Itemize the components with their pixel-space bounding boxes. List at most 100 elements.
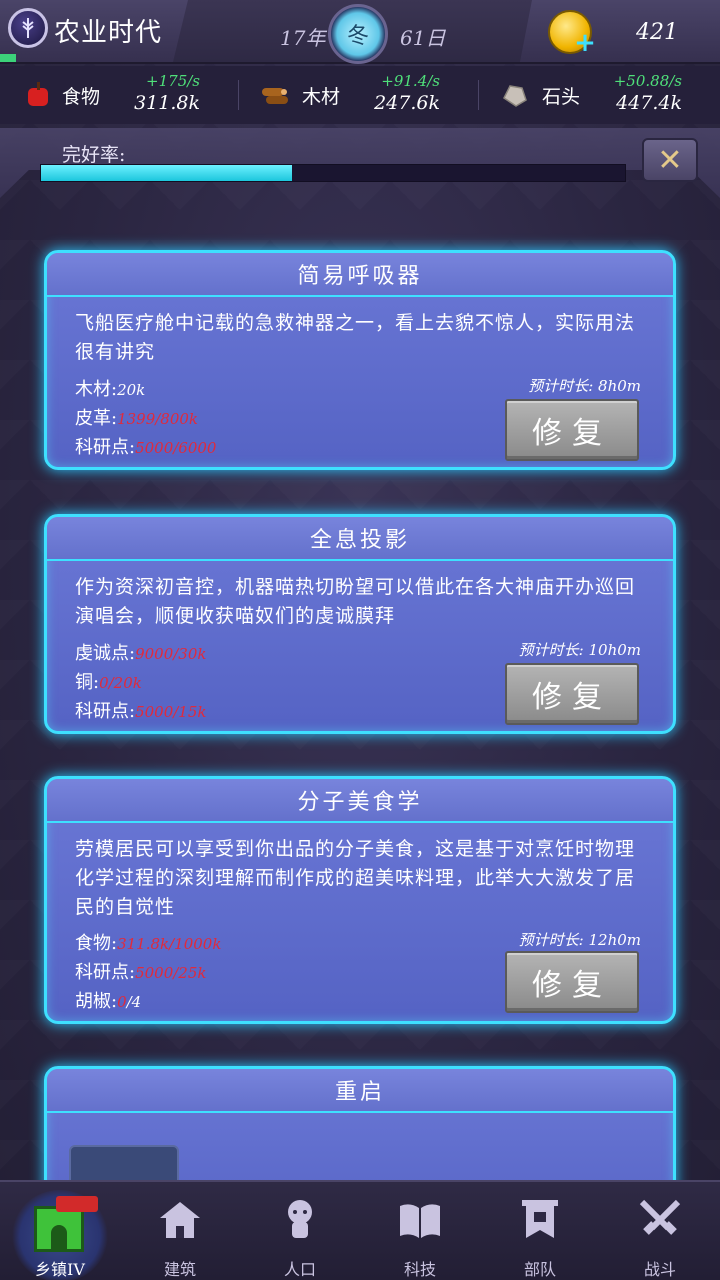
resource-rate: +91.4/s: [381, 72, 440, 90]
req-value: 5000/15k: [135, 703, 207, 721]
season-badge[interactable]: 冬: [328, 4, 388, 64]
requirement: 胡椒:0/4: [75, 987, 221, 1016]
resource-name: 木材: [302, 86, 341, 108]
integrity-fill: [41, 165, 293, 181]
requirement: 木材:20k: [75, 375, 216, 404]
req-label: 铜:: [75, 672, 100, 693]
duration-label: 预计时长: 8h0m: [528, 377, 641, 395]
resource-amount: 447.4k: [616, 92, 682, 114]
repair-card: 全息投影 作为资深初音控，机器喵热切盼望可以借此在各大神庙开办巡回演唱会，顺便收…: [44, 514, 676, 734]
card-title: 全息投影: [47, 517, 673, 561]
req-value: 0: [117, 993, 127, 1011]
close-icon: ✕: [657, 142, 683, 178]
req-value: 0/20k: [99, 674, 142, 692]
duration-label: 预计时长: 10h0m: [518, 641, 641, 659]
year-label: 17年: [280, 26, 326, 50]
req-value: 5000/25k: [135, 964, 207, 982]
req-label: 科研点:: [75, 962, 136, 983]
swords-icon: [638, 1198, 682, 1242]
integrity-bar: [40, 164, 626, 182]
resource-name: 食物: [62, 86, 101, 108]
requirement: 科研点:5000/25k: [75, 958, 221, 987]
nav-label: 科技: [403, 1260, 436, 1279]
wheat-icon[interactable]: [8, 8, 48, 48]
top-bar: 农业时代 17年 冬 61日 + 421: [0, 0, 720, 64]
nav-item-tech[interactable]: 科技: [360, 1182, 480, 1280]
req-label: 食物:: [75, 933, 118, 954]
req-value: 5000/6000: [135, 439, 217, 457]
requirements: 木材:20k 皮革:1399/800k 科研点:5000/6000: [75, 375, 216, 462]
repair-button[interactable]: 修复: [505, 399, 639, 461]
requirements: 食物:311.8k/1000k 科研点:5000/25k 胡椒:0/4: [75, 929, 221, 1016]
req-label: 科研点:: [75, 437, 136, 458]
req-value: 1399/800k: [117, 410, 199, 428]
resource-wood[interactable]: 木材 +91.4/s 247.6k: [240, 66, 480, 124]
repair-button[interactable]: 修复: [505, 951, 639, 1013]
repair-card: 简易呼吸器 飞船医疗舱中记载的急救神器之一，看上去貌不惊人，实际用法很有讲究 木…: [44, 250, 676, 470]
resource-bar: 食物 +175/s 311.8k 木材 +91.4/s 247.6k 石头 +5…: [0, 66, 720, 124]
req-value: 9000/30k: [135, 645, 207, 663]
repair-card: 分子美食学 劳模居民可以享受到你出品的分子美食，这是基于对烹饪时物理化学过程的深…: [44, 776, 676, 1024]
card-description: 作为资深初音控，机器喵热切盼望可以借此在各大神庙开办巡回演唱会，顺便收获喵奴们的…: [75, 576, 636, 627]
req-label: 胡椒:: [75, 991, 118, 1012]
apple-icon: [28, 82, 48, 106]
integrity-panel: 完好率:: [0, 128, 720, 198]
nav-item-army[interactable]: 部队: [480, 1182, 600, 1280]
req-label: 科研点:: [75, 701, 136, 722]
req-label: 虔诚点:: [75, 643, 136, 664]
requirements: 虔诚点:9000/30k 铜:0/20k 科研点:5000/15k: [75, 639, 206, 726]
card-title: 重启: [47, 1069, 673, 1113]
req-label: 皮革:: [75, 408, 118, 429]
banner-icon: [518, 1198, 562, 1242]
resource-stone[interactable]: 石头 +50.88/s 447.4k: [480, 66, 720, 124]
castle-icon: [34, 1206, 84, 1252]
req-label: 木材:: [75, 379, 118, 400]
resource-rate: +175/s: [146, 72, 200, 90]
flag-icon: [56, 1196, 98, 1212]
requirement: 科研点:5000/6000: [75, 433, 216, 462]
nav-label: 人口: [283, 1260, 316, 1279]
add-coins-icon[interactable]: +: [574, 30, 596, 56]
card-title: 简易呼吸器: [47, 253, 673, 297]
requirement: 铜:0/20k: [75, 668, 206, 697]
resource-rate: +50.88/s: [613, 72, 682, 90]
requirement: 虔诚点:9000/30k: [75, 639, 206, 668]
bottom-nav: 乡镇IV 建筑 人口 科技 部队 战斗: [0, 1180, 720, 1280]
day-label: 61日: [400, 26, 446, 50]
person-icon: [278, 1198, 322, 1242]
card-description: 劳模居民可以享受到你出品的分子美食，这是基于对烹饪时物理化学过程的深刻理解而制作…: [75, 838, 636, 918]
nav-label: 战斗: [643, 1260, 676, 1279]
house-icon: [158, 1198, 202, 1242]
card-title: 分子美食学: [47, 779, 673, 823]
stone-icon: [503, 85, 527, 107]
duration-label: 预计时长: 12h0m: [518, 931, 641, 949]
resource-name: 石头: [542, 86, 581, 108]
req-value: 311.8k/1000k: [117, 935, 222, 953]
close-button[interactable]: ✕: [642, 138, 698, 182]
resource-food[interactable]: 食物 +175/s 311.8k: [0, 66, 240, 124]
integrity-label: 完好率:: [62, 144, 126, 166]
book-icon: [398, 1198, 442, 1242]
nav-label: 乡镇IV: [35, 1260, 85, 1279]
divider: [238, 80, 239, 110]
era-progress: [0, 54, 16, 62]
era-title: 农业时代: [54, 18, 163, 48]
requirement: 科研点:5000/15k: [75, 697, 206, 726]
nav-label: 部队: [523, 1260, 556, 1279]
resource-amount: 311.8k: [134, 92, 200, 114]
requirement: 食物:311.8k/1000k: [75, 929, 221, 958]
log-icon: [262, 88, 288, 104]
nav-item-battle[interactable]: 战斗: [600, 1182, 720, 1280]
card-description: 飞船医疗舱中记载的急救神器之一，看上去貌不惊人，实际用法很有讲究: [75, 312, 636, 363]
nav-item-buildings[interactable]: 建筑: [120, 1182, 240, 1280]
coin-count: 421: [636, 20, 678, 45]
nav-item-population[interactable]: 人口: [240, 1182, 360, 1280]
resource-amount: 247.6k: [374, 92, 440, 114]
requirement: 皮革:1399/800k: [75, 404, 216, 433]
nav-label: 建筑: [163, 1260, 196, 1279]
req-value-total: /4: [126, 993, 142, 1011]
req-value: 20k: [117, 381, 146, 399]
repair-button[interactable]: 修复: [505, 663, 639, 725]
nav-item-town[interactable]: 乡镇IV: [0, 1182, 120, 1280]
divider: [478, 80, 479, 110]
